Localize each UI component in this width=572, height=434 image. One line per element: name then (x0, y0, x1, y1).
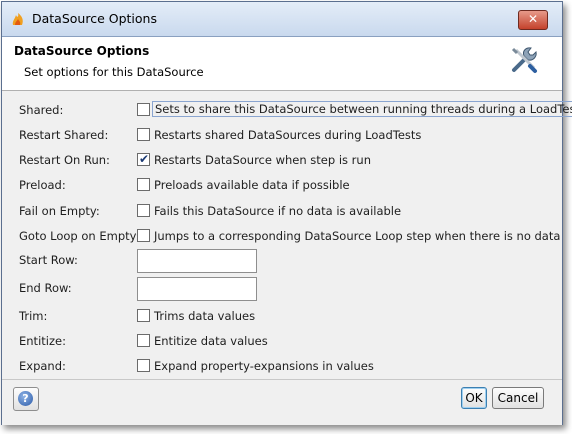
shared-description[interactable]: Sets to share this DataSource between ru… (152, 101, 572, 117)
goto-loop-description[interactable]: Jumps to a corresponding DataSource Loop… (154, 229, 560, 243)
restart-shared-description[interactable]: Restarts shared DataSources during LoadT… (154, 128, 421, 142)
start-row-input[interactable] (137, 249, 257, 273)
restart-on-run-checkbox[interactable]: ✔ (137, 152, 150, 166)
shared-checkbox[interactable] (137, 103, 150, 116)
restart-shared-label: Restart Shared: (19, 128, 109, 142)
preload-description[interactable]: Preloads available data if possible (154, 178, 350, 192)
fail-on-empty-checkbox[interactable] (137, 204, 150, 217)
dialog-header: DataSource Options Set options for this … (2, 37, 562, 91)
expand-label: Expand: (19, 359, 66, 373)
close-icon: ✕ (527, 12, 539, 26)
fail-on-empty-description[interactable]: Fails this DataSource if no data is avai… (154, 204, 401, 218)
help-icon: ? (18, 391, 33, 406)
window-title: DataSource Options (32, 11, 157, 26)
tools-icon (511, 47, 537, 73)
ok-button[interactable]: OK (461, 387, 487, 409)
restart-shared-checkbox[interactable] (137, 128, 150, 141)
start-row-row: Start Row: (2, 249, 562, 273)
end-row-label: End Row: (19, 281, 72, 295)
entitize-label: Entitize: (19, 334, 66, 348)
entitize-checkbox[interactable] (137, 334, 150, 347)
trim-checkbox[interactable] (137, 309, 150, 322)
fail-on-empty-label: Fail on Empty: (19, 204, 100, 218)
restart-on-run-description[interactable]: Restarts DataSource when step is run (154, 153, 371, 167)
goto-loop-row: Goto Loop on Empty: Jumps to a correspon… (2, 225, 562, 247)
entitize-row: Entitize: Entitize data values (2, 330, 562, 352)
expand-description[interactable]: Expand property-expansions in values (154, 359, 374, 373)
checkmark-icon: ✔ (139, 152, 150, 166)
end-row-input[interactable] (137, 277, 257, 301)
close-button[interactable]: ✕ (518, 10, 548, 30)
fail-on-empty-row: Fail on Empty: Fails this DataSource if … (2, 200, 562, 222)
expand-checkbox[interactable] (137, 359, 150, 372)
shared-label: Shared: (19, 103, 64, 117)
expand-row: Expand: Expand property-expansions in va… (2, 355, 562, 377)
preload-checkbox[interactable] (137, 178, 150, 191)
shared-row: Shared: Sets to share this DataSource be… (2, 99, 572, 121)
goto-loop-checkbox[interactable] (137, 229, 150, 242)
preload-label: Preload: (19, 178, 66, 192)
trim-label: Trim: (19, 309, 48, 323)
end-row-row: End Row: (2, 277, 562, 301)
restart-on-run-row: Restart On Run: ✔ Restarts DataSource wh… (2, 149, 562, 171)
app-flame-icon (12, 13, 23, 25)
trim-row: Trim: Trims data values (2, 305, 562, 327)
entitize-description[interactable]: Entitize data values (154, 334, 268, 348)
title-bar[interactable]: DataSource Options ✕ (2, 2, 562, 37)
header-title: DataSource Options (14, 44, 150, 58)
restart-shared-row: Restart Shared: Restarts shared DataSour… (2, 124, 562, 146)
help-button[interactable]: ? (13, 387, 39, 411)
start-row-label: Start Row: (19, 253, 78, 267)
trim-description[interactable]: Trims data values (154, 309, 255, 323)
cancel-button[interactable]: Cancel (492, 387, 544, 409)
header-description: Set options for this DataSource (24, 65, 204, 79)
preload-row: Preload: Preloads available data if poss… (2, 174, 562, 196)
datasource-options-dialog: DataSource Options ✕ DataSource Options … (1, 1, 572, 425)
dialog-footer: ? OK Cancel (2, 379, 562, 425)
restart-on-run-label: Restart On Run: (19, 153, 110, 167)
goto-loop-label: Goto Loop on Empty: (19, 229, 140, 243)
